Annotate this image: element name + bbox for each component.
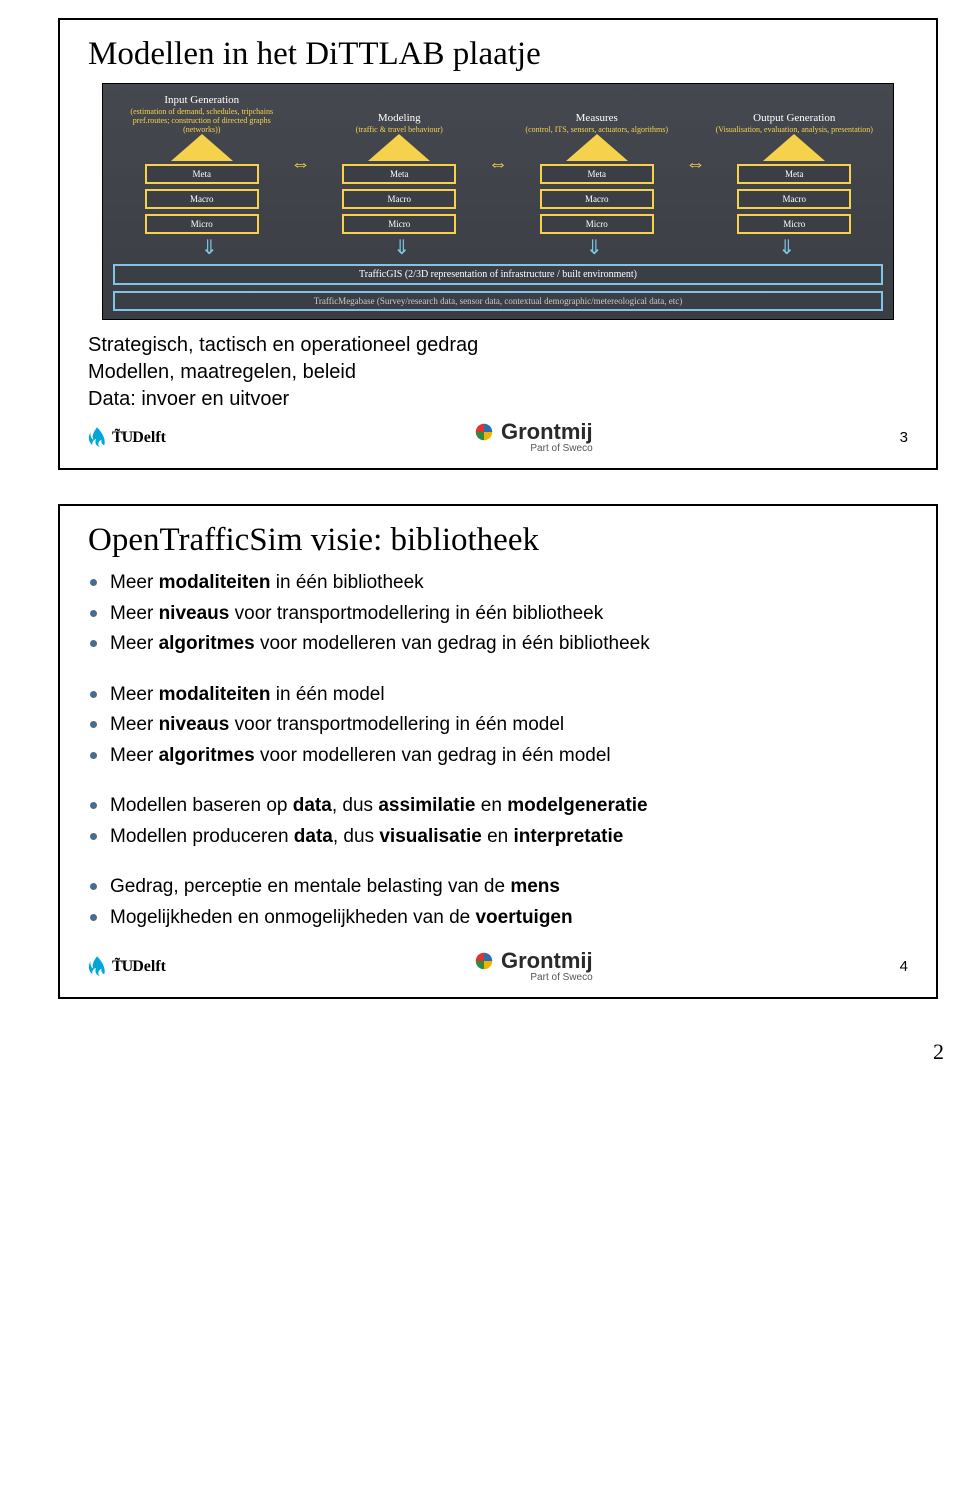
- diagram-chalkboard: Input Generation(estimation of demand, s…: [102, 83, 894, 320]
- pinwheel-icon: [473, 950, 495, 972]
- bullet-item: Mogelijkheden en onmogelijkheden van de …: [88, 904, 908, 933]
- bidir-arrow-icon: ⇔: [488, 153, 508, 176]
- grontmij-logo: Grontmij Part of Sweco: [473, 950, 593, 983]
- bullet-item: Gedrag, perceptie en mentale belasting v…: [88, 873, 908, 902]
- tudelft-logo: T̃UDelft: [88, 427, 166, 449]
- bullet-item: Meer modaliteiten in één bibliotheek: [88, 569, 908, 598]
- pyramid-2: Measures(control, ITS, sensors, actuator…: [508, 112, 686, 234]
- body-line: Modellen, maatregelen, beleid: [88, 359, 908, 386]
- bidir-arrow-icon: ⇔: [291, 153, 311, 176]
- down-arrows: ⇓⇓⇓⇓: [113, 238, 883, 258]
- bullet-list: Meer modaliteiten in één bibliotheekMeer…: [88, 569, 908, 932]
- slide-footer: T̃UDelft Grontmij Part of Sweco 4: [88, 950, 908, 991]
- diagram-pyramids-row: Input Generation(estimation of demand, s…: [113, 94, 883, 234]
- trafficmegabase-row: TrafficMegabase (Survey/research data, s…: [113, 291, 883, 311]
- bullet-item: Modellen baseren op data, dus assimilati…: [88, 792, 908, 821]
- slide-footer: T̃UDelft Grontmij Part of Sweco 3: [88, 421, 908, 462]
- bullet-item: Meer algoritmes voor modelleren van gedr…: [88, 630, 908, 659]
- slide-title: OpenTrafficSim visie: bibliotheek: [88, 522, 908, 559]
- slide-title: Modellen in het DiTTLAB plaatje: [88, 36, 908, 73]
- slide-number: 3: [900, 429, 908, 446]
- tudelft-logo: T̃UDelft: [88, 956, 166, 978]
- pyramid-3: Output Generation(Visualisation, evaluat…: [706, 112, 884, 234]
- bullet-item: Modellen produceren data, dus visualisat…: [88, 823, 908, 852]
- bullet-item: Meer niveaus voor transportmodellering i…: [88, 600, 908, 629]
- pinwheel-icon: [473, 421, 495, 443]
- slide-4: OpenTrafficSim visie: bibliotheek Meer m…: [58, 504, 938, 999]
- bullet-item: Meer niveaus voor transportmodellering i…: [88, 711, 908, 740]
- slide-number: 4: [900, 958, 908, 975]
- bidir-arrow-icon: ⇔: [686, 153, 706, 176]
- body-line: Strategisch, tactisch en operationeel ge…: [88, 332, 908, 359]
- flame-icon: [88, 956, 106, 978]
- pyramid-1: Modeling(traffic & travel behaviour)Meta…: [311, 112, 489, 234]
- page-number: 2: [18, 1039, 960, 1065]
- trafficgis-row: TrafficGIS (2/3D representation of infra…: [113, 264, 883, 285]
- pyramid-0: Input Generation(estimation of demand, s…: [113, 94, 291, 234]
- bullet-item: Meer algoritmes voor modelleren van gedr…: [88, 742, 908, 771]
- slide-3: Modellen in het DiTTLAB plaatje Input Ge…: [58, 18, 938, 470]
- slide-body: Strategisch, tactisch en operationeel ge…: [88, 332, 908, 413]
- flame-icon: [88, 427, 106, 449]
- body-line: Data: invoer en uitvoer: [88, 386, 908, 413]
- bullet-item: Meer modaliteiten in één model: [88, 681, 908, 710]
- grontmij-logo: Grontmij Part of Sweco: [473, 421, 593, 454]
